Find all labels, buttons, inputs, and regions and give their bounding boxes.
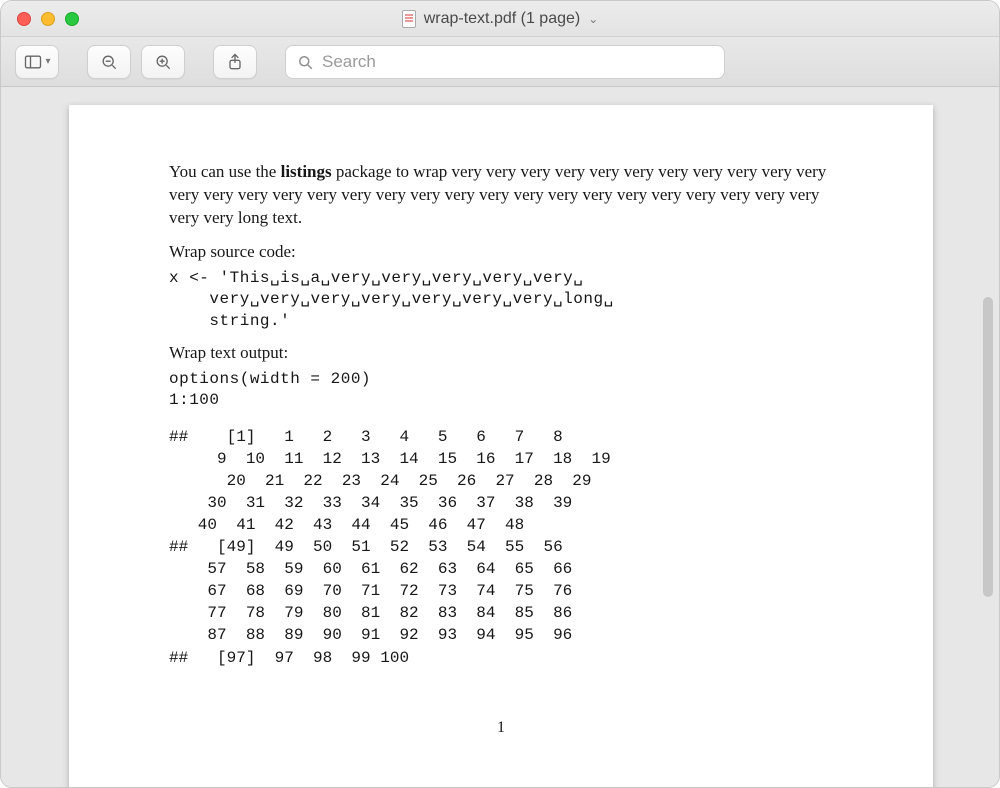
window-title-text: wrap-text.pdf (1 page) (424, 10, 581, 28)
zoom-out-icon (99, 52, 119, 72)
chevron-down-icon: ▾ (45, 56, 50, 67)
para-bold: listings (281, 162, 332, 181)
intro-paragraph: You can use the listings package to wrap… (169, 161, 833, 230)
search-input[interactable] (322, 52, 714, 72)
page-number: 1 (69, 719, 933, 737)
search-field[interactable] (285, 45, 725, 79)
pdf-page: You can use the listings package to wrap… (69, 105, 933, 787)
sidebar-toggle-button[interactable]: ▾ (15, 45, 59, 79)
scrollbar-thumb[interactable] (983, 297, 993, 597)
window-title: wrap-text.pdf (1 page) ⌄ (1, 10, 999, 28)
scrollbar-track[interactable] (983, 87, 997, 777)
label-source-code: Wrap source code: (169, 242, 833, 262)
share-icon (225, 52, 245, 72)
label-text-output: Wrap text output: (169, 343, 833, 363)
zoom-in-button[interactable] (141, 45, 185, 79)
share-button[interactable] (213, 45, 257, 79)
close-window-button[interactable] (17, 12, 31, 26)
document-viewport[interactable]: You can use the listings package to wrap… (1, 87, 999, 787)
source-code-block: x <- 'This␣is␣a␣very␣very␣very␣very␣very… (169, 268, 833, 333)
traffic-lights (1, 12, 79, 26)
titlebar: wrap-text.pdf (1 page) ⌄ (1, 1, 999, 37)
toolbar: ▾ (1, 37, 999, 87)
code-output-block-2: ## [1] 1 2 3 4 5 6 7 8 9 10 11 12 13 14 … (169, 426, 833, 669)
pdf-file-icon (402, 10, 416, 28)
preview-window: wrap-text.pdf (1 page) ⌄ ▾ (0, 0, 1000, 788)
title-dropdown-icon[interactable]: ⌄ (588, 12, 598, 26)
zoom-out-button[interactable] (87, 45, 131, 79)
search-icon (296, 53, 314, 71)
minimize-window-button[interactable] (41, 12, 55, 26)
code-output-block-1: options(width = 200) 1:100 (169, 369, 833, 412)
para-text-pre: You can use the (169, 162, 281, 181)
sidebar-icon (23, 52, 43, 72)
zoom-window-button[interactable] (65, 12, 79, 26)
zoom-in-icon (153, 52, 173, 72)
